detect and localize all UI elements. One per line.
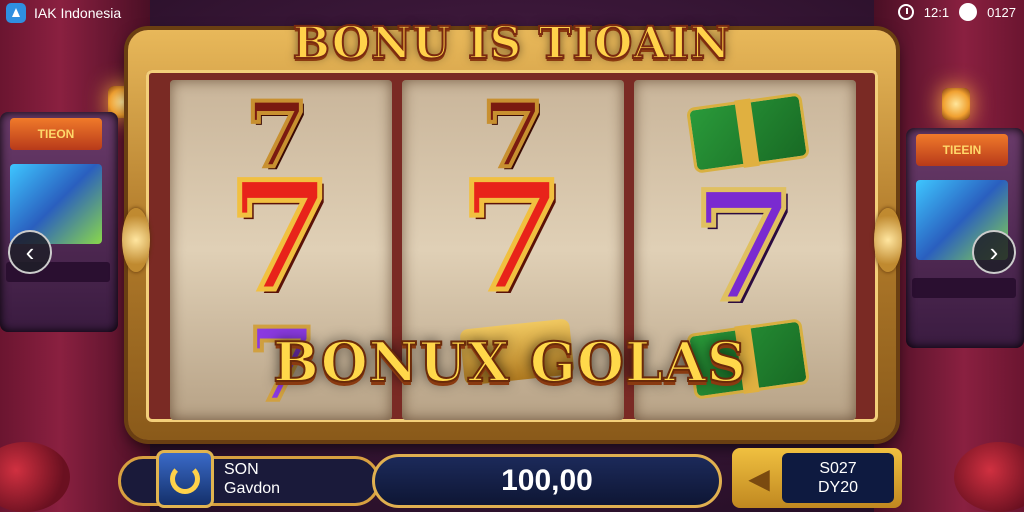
right-info-line2: DY20 [817, 479, 859, 496]
seven-red-symbol: 7 [457, 149, 566, 325]
right-control-panel: ◀ S027 DY20 [732, 448, 902, 508]
arcade-cabinet-left: TIEON [0, 112, 118, 332]
game-title: BONU IS TIOAIN [292, 17, 732, 70]
battery-icon [959, 3, 978, 21]
player-info-text: SON Gavdon [224, 460, 280, 498]
frame-ornament-left [122, 208, 150, 272]
arcade-left-marquee: TIEON [10, 118, 102, 150]
status-time: 12:1 [923, 4, 950, 20]
lamp-right [942, 88, 970, 120]
app-name: IAK Indonesia [34, 5, 122, 21]
back-arrow-button[interactable]: ◀ [738, 456, 780, 500]
seven-purple-symbol: 7 [689, 159, 798, 335]
arcade-right-marquee: TIEEIN [916, 134, 1008, 166]
status-battery: 0127 [987, 4, 1016, 20]
clock-icon [897, 4, 914, 20]
arcade-right-panel [912, 278, 1016, 298]
bottom-control-bar: SON Gavdon 100,00 ◀ S027 DY20 [118, 448, 908, 512]
player-info-line2: Gavdon [224, 480, 281, 497]
bonus-banner: BONUX GOLAS [272, 329, 747, 395]
right-info-display: S027 DY20 [782, 453, 894, 503]
next-arrow-button[interactable]: › [972, 230, 1016, 274]
bet-amount-display[interactable]: 100,00 [372, 454, 722, 508]
seven-red-symbol: 7 [225, 149, 334, 325]
player-info-line1: SON [224, 461, 259, 478]
spin-button[interactable] [156, 450, 214, 508]
app-icon[interactable] [6, 3, 26, 23]
spin-icon [170, 464, 200, 494]
frame-ornament-right [874, 208, 902, 272]
right-info-line1: S027 [819, 460, 857, 477]
previous-arrow-button[interactable]: ‹ [8, 230, 52, 274]
